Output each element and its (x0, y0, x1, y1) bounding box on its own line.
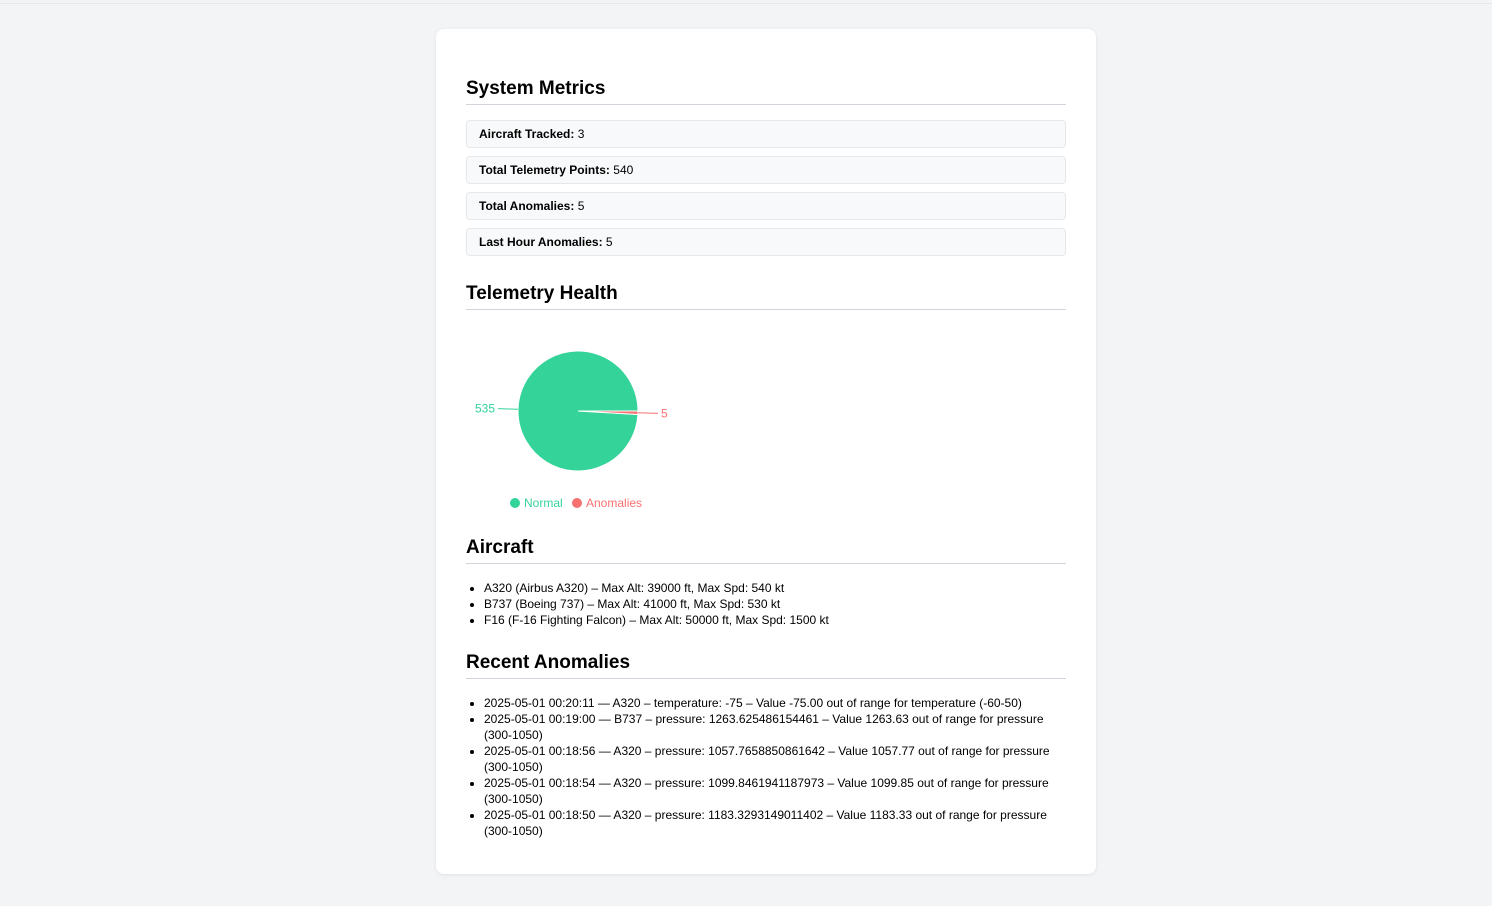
metric-value: 540 (613, 163, 634, 177)
aircraft-section: Aircraft A320 (Airbus A320) – Max Alt: 3… (466, 536, 1066, 628)
list-item: 2025-05-01 00:19:00 — B737 – pressure: 1… (484, 711, 1066, 743)
pie-chart-svg: 535 5 Normal Anomalies (475, 350, 668, 510)
legend-swatch (572, 498, 582, 508)
metric-total-anomalies: Total Anomalies: 5 (466, 192, 1066, 220)
legend-label: Anomalies (586, 496, 642, 510)
metric-total-telemetry-points: Total Telemetry Points: 540 (466, 156, 1066, 184)
list-item: B737 (Boeing 737) – Max Alt: 41000 ft, M… (484, 596, 1066, 612)
telemetry-health-section: Telemetry Health 535 5 Normal Anomalies (466, 282, 1066, 520)
list-item: A320 (Airbus A320) – Max Alt: 39000 ft, … (484, 580, 1066, 596)
pie-label-line (498, 408, 519, 410)
metric-aircraft-tracked: Aircraft Tracked: 3 (466, 120, 1066, 148)
top-border (0, 0, 1492, 4)
section-title-system-metrics: System Metrics (466, 77, 1066, 105)
metric-label: Total Telemetry Points: (479, 163, 610, 177)
metric-value: 3 (577, 127, 585, 141)
dashboard-card: System Metrics Aircraft Tracked: 3 Total… (436, 29, 1096, 874)
section-title-aircraft: Aircraft (466, 536, 1066, 564)
pie-data-label: 5 (661, 406, 668, 420)
recent-anomalies-section: Recent Anomalies 2025-05-01 00:20:11 — A… (466, 651, 1066, 839)
pie-label-line (637, 412, 658, 414)
metric-value: 5 (577, 199, 585, 213)
pie-data-label: 535 (475, 402, 495, 416)
section-title-recent-anomalies: Recent Anomalies (466, 651, 1066, 679)
legend-swatch (510, 498, 520, 508)
list-item: 2025-05-01 00:18:56 — A320 – pressure: 1… (484, 743, 1066, 775)
metric-last-hour-anomalies: Last Hour Anomalies: 5 (466, 228, 1066, 256)
list-item: 2025-05-01 00:18:54 — A320 – pressure: 1… (484, 775, 1066, 807)
legend-label: Normal (524, 496, 563, 510)
metric-label: Last Hour Anomalies: (479, 235, 603, 249)
anomalies-list: 2025-05-01 00:20:11 — A320 – temperature… (466, 695, 1066, 839)
aircraft-list: A320 (Airbus A320) – Max Alt: 39000 ft, … (466, 580, 1066, 628)
list-item: 2025-05-01 00:20:11 — A320 – temperature… (484, 695, 1066, 711)
metric-label: Total Anomalies: (479, 199, 575, 213)
metric-label: Aircraft Tracked: (479, 127, 575, 141)
section-title-telemetry-health: Telemetry Health (466, 282, 1066, 310)
list-item: F16 (F-16 Fighting Falcon) – Max Alt: 50… (484, 612, 1066, 628)
list-item: 2025-05-01 00:18:50 — A320 – pressure: 1… (484, 807, 1066, 839)
system-metrics-section: System Metrics Aircraft Tracked: 3 Total… (466, 77, 1066, 256)
telemetry-health-chart: 535 5 Normal Anomalies (466, 310, 1066, 520)
metric-value: 5 (605, 235, 613, 249)
